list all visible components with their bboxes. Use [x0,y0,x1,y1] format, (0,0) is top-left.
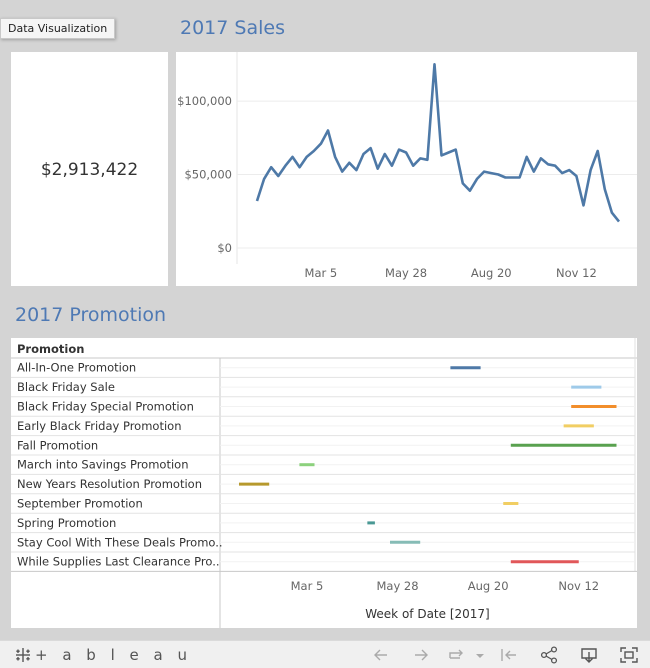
sales-chart-title: 2017 Sales [180,17,285,39]
tableau-wordmark: + a b l e a u [35,646,192,664]
fullscreen-icon[interactable] [619,645,639,665]
promotion-row-label[interactable]: Black Friday Sale [17,380,115,394]
promotion-row-label[interactable]: Black Friday Special Promotion [17,400,194,414]
sales-line-chart-panel[interactable]: $0 $50,000 $100,000 Mar 5 May 28 Aug 20 Nov 1… [176,52,637,286]
x-tick-label: Aug 20 [468,579,509,593]
download-icon[interactable] [579,645,599,665]
promotion-column-header: Promotion [17,342,84,356]
x-tick-label: Nov 12 [558,579,599,593]
tableau-logo[interactable]: + a b l e a u [14,646,192,664]
promotion-row-label[interactable]: Fall Promotion [17,438,98,452]
total-sales-value: $2,913,422 [40,160,139,180]
promotion-row-label[interactable]: March into Savings Promotion [17,458,189,472]
reset-icon[interactable] [499,645,519,665]
revert-icon[interactable] [447,645,467,665]
promotion-row-label[interactable]: New Years Resolution Promotion [17,477,202,491]
tableau-toolbar: + a b l e a u [0,640,650,668]
promotion-row-label[interactable]: All-In-One Promotion [17,361,136,375]
promotion-gantt-panel[interactable]: Promotion All-In-One Promotion Black Frid… [11,338,637,628]
sales-series-line[interactable] [255,63,621,223]
x-tick-label: Aug 20 [471,266,512,280]
y-tick-label: $100,000 [177,94,232,108]
x-tick-label: Mar 5 [305,266,338,280]
promotion-row-label[interactable]: Spring Promotion [17,516,116,530]
y-tick-label: $50,000 [184,168,232,182]
x-tick-label: Nov 12 [556,266,597,280]
share-icon[interactable] [539,645,559,665]
x-tick-label: May 28 [377,579,419,593]
tableau-logo-icon [16,648,30,662]
x-tick-label: May 28 [385,266,427,280]
x-axis-title: Week of Date [2017] [365,607,489,621]
total-sales-panel: $2,913,422 [11,52,168,286]
undo-icon[interactable] [371,645,391,665]
promotion-row-label[interactable]: September Promotion [17,497,143,511]
x-tick-label: Mar 5 [291,579,324,593]
promotion-chart-title: 2017 Promotion [15,304,167,326]
promotion-gantt-chart[interactable]: Promotion All-In-One Promotion Black Frid… [11,338,637,628]
data-visualization-tooltip: Data Visualization [0,18,116,39]
y-tick-label: $0 [217,241,232,255]
promotion-row-label[interactable]: While Supplies Last Clearance Pro.. [17,555,220,569]
promotion-row-label[interactable]: Stay Cool With These Deals Promo.. [17,535,223,549]
redo-icon[interactable] [411,645,431,665]
promotion-row-label[interactable]: Early Black Friday Promotion [17,419,182,433]
dropdown-caret-icon[interactable] [474,645,486,665]
sales-line-chart[interactable]: $0 $50,000 $100,000 Mar 5 May 28 Aug 20 Nov 1… [176,52,637,286]
